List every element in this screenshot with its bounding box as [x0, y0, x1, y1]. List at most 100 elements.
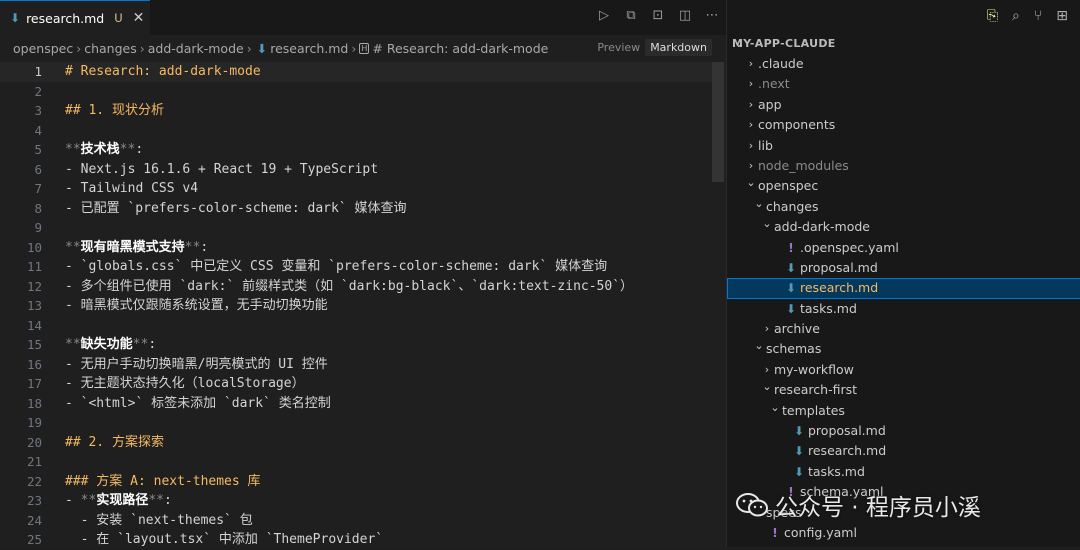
line-tail: : [163, 493, 172, 508]
code-line[interactable]: 7 - Tailwind CSS v4 [0, 179, 712, 199]
breadcrumb-item-changes[interactable]: changes [84, 41, 137, 56]
line-text: - Tailwind CSS v4 [65, 181, 199, 196]
run-icon[interactable]: ▷ [596, 8, 612, 23]
tree-item-label: archive [774, 321, 820, 337]
tree-folder[interactable]: › app [727, 95, 1080, 115]
tree-folder[interactable]: ⌄ add-dark-mode [727, 217, 1080, 237]
markdown-file-icon: ⬇ [793, 444, 805, 459]
preview-side-icon[interactable]: ⊡ [650, 8, 666, 23]
markdown-file-icon: ⬇ [785, 281, 797, 296]
tree-file[interactable]: ⬇ proposal.md [727, 258, 1080, 278]
code-line[interactable]: 2 [0, 82, 712, 102]
line-number: 11 [26, 259, 42, 274]
code-area[interactable]: 1 # Research: add-dark-mode 2 3 ## 1. 现状分析 4 5… [0, 62, 712, 550]
code-line[interactable]: 10 **现有暗黑模式支持**: [0, 238, 712, 258]
tree-file[interactable]: ⬇ tasks.md [727, 299, 1080, 319]
tree-file[interactable]: ⬇ research.md [727, 278, 1080, 299]
tree-folder[interactable]: › components [727, 115, 1080, 135]
source-control-icon[interactable]: ⑂ [1034, 8, 1042, 24]
tree-folder[interactable]: ⌄ changes [727, 197, 1080, 217]
search-icon[interactable]: ⌕ [1012, 8, 1020, 24]
breadcrumb-item-heading[interactable]: # Research: add-dark-mode [372, 41, 548, 56]
line-text: **技术栈**: [65, 142, 144, 157]
line-text: - 暗黑模式仅跟随系统设置，无手动切换功能 [65, 298, 328, 313]
line-text: - `globals.css` 中已定义 CSS 变量和 `prefers-co… [65, 259, 608, 274]
line-number: 15 [26, 337, 42, 352]
tree-folder[interactable]: ⌄ templates [727, 401, 1080, 421]
chevron-right-icon: › [748, 77, 754, 91]
code-line[interactable]: 13 - 暗黑模式仅跟随系统设置，无手动切换功能 [0, 296, 712, 316]
close-icon[interactable]: ✕ [133, 10, 145, 26]
tree-folder[interactable]: › my-workflow [727, 360, 1080, 380]
code-line[interactable]: 4 [0, 121, 712, 141]
markdown-mode-button[interactable]: Markdown [645, 39, 712, 56]
line-number: 1 [34, 64, 42, 79]
tree-file[interactable]: ! .openspec.yaml [727, 238, 1080, 258]
open-changes-icon[interactable]: ⧉ [623, 8, 639, 23]
tree-folder[interactable]: ⌄ openspec [727, 176, 1080, 196]
tree-folder[interactable]: › .claude [727, 54, 1080, 74]
code-line[interactable]: 24 - 安装 `next-themes` 包 [0, 511, 712, 531]
breadcrumb-item-add-dark-mode[interactable]: add-dark-mode [148, 41, 244, 56]
tree-file[interactable]: ⬇ proposal.md [727, 421, 1080, 441]
tree-folder[interactable]: › node_modules [727, 156, 1080, 176]
tree-folder[interactable]: ⌄ schemas [727, 339, 1080, 359]
split-editor-icon[interactable]: ◫ [677, 8, 693, 23]
tree-item-label: schemas [766, 341, 822, 357]
preview-mode-button[interactable]: Preview [592, 39, 645, 56]
chevron-right-icon: › [351, 40, 357, 56]
code-line[interactable]: 1 # Research: add-dark-mode [0, 62, 712, 82]
tree-file[interactable]: ⬇ research.md [727, 441, 1080, 461]
tree-folder[interactable]: › lib [727, 136, 1080, 156]
line-text: - 无主题状态持久化（localStorage） [65, 376, 305, 391]
code-line[interactable]: 23 - **实现路径**: [0, 491, 712, 511]
tree-file[interactable]: ⬇ tasks.md [727, 462, 1080, 482]
chevron-right-icon: › [748, 138, 754, 152]
tree-folder[interactable]: › archive [727, 319, 1080, 339]
line-text: ### 方案 A: next-themes 库 [65, 473, 261, 489]
explorer-icon[interactable]: ⎘ [987, 8, 998, 24]
tree-item-label: app [758, 96, 782, 112]
code-line[interactable]: 15 **缺失功能**: [0, 335, 712, 355]
code-line[interactable]: 17 - 无主题状态持久化（localStorage） [0, 374, 712, 394]
breadcrumb: openspec › changes › add-dark-mode › ⬇ r… [0, 37, 726, 59]
code-line[interactable]: 5 **技术栈**: [0, 140, 712, 160]
markdown-file-icon: ⬇ [785, 301, 797, 316]
tree-file[interactable]: ! config.yaml [727, 523, 1080, 543]
code-line[interactable]: 18 - `<html>` 标签未添加 `dark` 类名控制 [0, 394, 712, 414]
editor-pane: ⬇ research.md U ✕ ▷ ⧉ ⊡ ◫ ⋯ openspec › c… [0, 0, 726, 547]
line-number: 21 [26, 454, 42, 469]
tab-bar: ⬇ research.md U ✕ ▷ ⧉ ⊡ ◫ ⋯ [0, 0, 726, 35]
code-line[interactable]: 19 [0, 413, 712, 433]
bold-text: 现有暗黑模式支持 [80, 239, 185, 255]
markdown-file-icon: ⬇ [793, 424, 805, 439]
code-line[interactable]: 8 - 已配置 `prefers-color-scheme: dark` 媒体查询 [0, 199, 712, 219]
vertical-scrollbar[interactable] [712, 62, 724, 182]
code-line[interactable]: 14 [0, 316, 712, 336]
watermark-text: 公众号 · 程序员小溪 [775, 495, 981, 521]
extensions-icon[interactable]: ⊞ [1056, 8, 1068, 24]
line-number: 9 [34, 220, 42, 235]
line-number: 10 [26, 239, 42, 255]
code-line[interactable]: 12 - 多个组件已使用 `dark:` 前缀样式类（如 `dark:bg-bla… [0, 277, 712, 297]
breadcrumb-item-file[interactable]: research.md [270, 41, 348, 56]
code-line[interactable]: 21 [0, 452, 712, 472]
editor-actions: ▷ ⧉ ⊡ ◫ ⋯ [596, 8, 720, 23]
explorer-sidebar: ⎘ ⌕ ⑂ ⊞ ⌄ MY-APP-CLAUDE › .claude › .next › ap… [726, 0, 1080, 547]
tree-folder[interactable]: › .next [727, 74, 1080, 94]
code-line[interactable]: 16 - 无用户手动切换暗黑/明亮模式的 UI 控件 [0, 355, 712, 375]
project-title[interactable]: ⌄ MY-APP-CLAUDE [732, 37, 836, 50]
code-line[interactable]: 6 - Next.js 16.1.6 + React 19 + TypeScrip… [0, 160, 712, 180]
code-line[interactable]: 9 [0, 218, 712, 238]
code-line[interactable]: 22 ### 方案 A: next-themes 库 [0, 472, 712, 492]
tab-research-md[interactable]: ⬇ research.md U ✕ [0, 0, 150, 35]
code-line[interactable]: 11 - `globals.css` 中已定义 CSS 变量和 `prefers-… [0, 257, 712, 277]
code-line[interactable]: 3 ## 1. 现状分析 [0, 101, 712, 121]
code-line[interactable]: 20 ## 2. 方案探索 [0, 433, 712, 453]
chevron-down-icon: ⌄ [762, 217, 772, 231]
line-text: ## 1. 现状分析 [65, 103, 164, 118]
line-number: 22 [26, 473, 42, 489]
file-tree: › .claude › .next › app › components › lib › node_m… [727, 54, 1080, 543]
breadcrumb-item-openspec[interactable]: openspec [13, 41, 73, 56]
more-actions-icon[interactable]: ⋯ [704, 8, 720, 23]
